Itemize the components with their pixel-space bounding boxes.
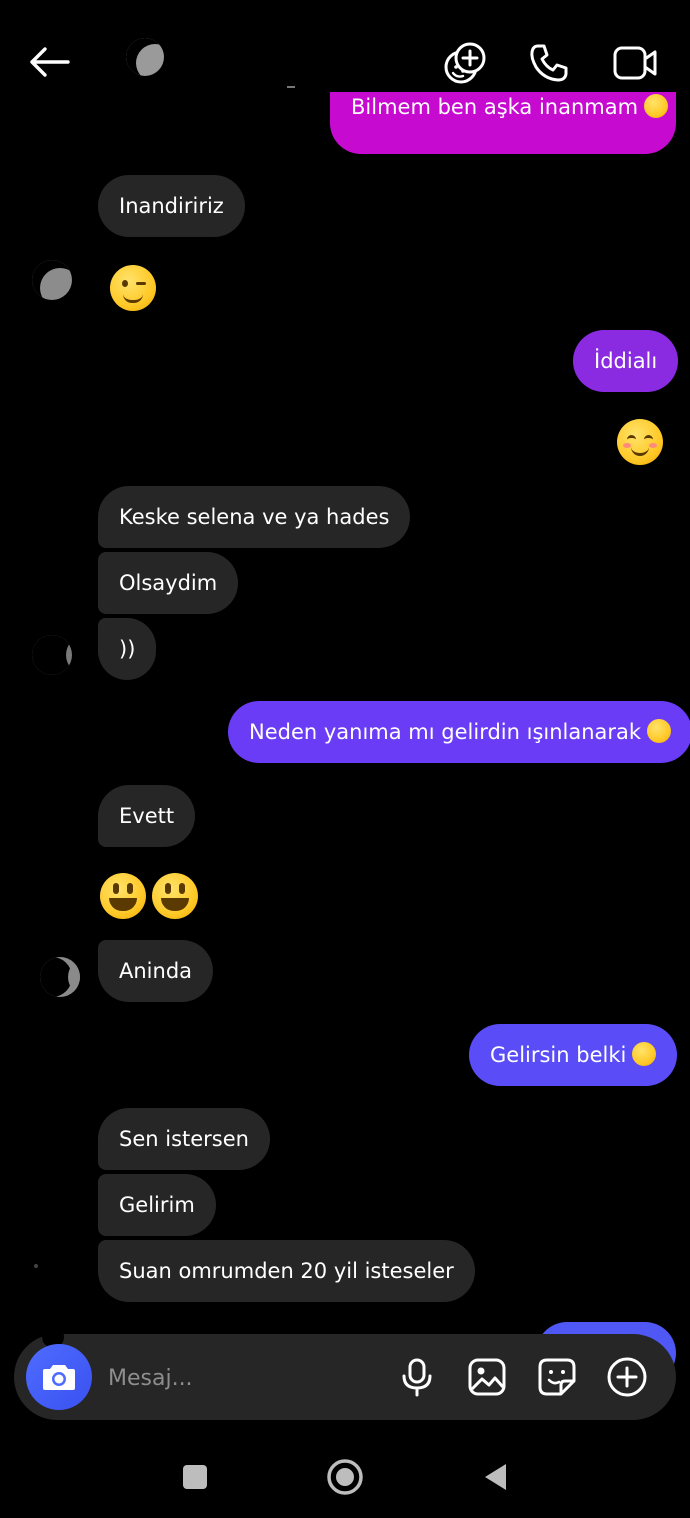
microphone-button[interactable] — [396, 1356, 438, 1398]
sender-avatar — [30, 633, 74, 677]
incoming-message[interactable]: Olsaydim — [98, 552, 239, 614]
more-button[interactable] — [606, 1356, 648, 1398]
outgoing-message[interactable]: İddialı — [573, 330, 679, 392]
message-text: )) — [119, 637, 136, 661]
sender-avatar — [34, 1264, 38, 1268]
sticker-icon — [538, 1358, 576, 1396]
crescent-moon-image — [40, 957, 80, 997]
message-text: İddialı — [594, 349, 658, 373]
audio-call-button[interactable] — [524, 38, 574, 88]
back-button[interactable] — [22, 38, 76, 86]
message-text: Evett — [119, 804, 175, 828]
crescent-moon-image — [126, 38, 164, 76]
incoming-message[interactable]: Sen istersen — [98, 1108, 270, 1170]
incoming-message[interactable]: Keske selena ve ya hades — [98, 486, 411, 548]
message-text: Neden yanıma mı gelirdin ışınlanarak — [249, 720, 642, 744]
video-call-button[interactable] — [608, 38, 662, 88]
sticker-button[interactable] — [536, 1356, 578, 1398]
arrow-left-icon — [30, 47, 70, 77]
incoming-message[interactable]: Inandiririz — [98, 175, 245, 237]
message-text: Gelirim — [119, 1193, 195, 1217]
effects-button[interactable] — [440, 38, 490, 88]
message-text: Gelirsin belki — [490, 1043, 627, 1067]
camera-icon — [43, 1365, 75, 1390]
message-text: Bilmem ben aşka inanmam — [351, 95, 639, 119]
outgoing-message[interactable]: Gelirsin belki — [469, 1024, 678, 1086]
recents-square-icon — [183, 1465, 207, 1489]
grinning-faces-emoji[interactable] — [100, 870, 198, 919]
message-text: Keske selena ve ya hades — [119, 505, 390, 529]
video-camera-icon — [613, 46, 657, 80]
incoming-message[interactable]: Aninda — [98, 940, 214, 1002]
rolling-laughing-emoji — [647, 719, 672, 743]
message-input[interactable] — [106, 1354, 380, 1402]
back-triangle-icon — [485, 1464, 506, 1490]
contact-name-redacted — [287, 86, 295, 88]
microphone-icon — [402, 1358, 432, 1397]
grinning-face-emoji — [644, 94, 669, 118]
crescent-moon-image — [32, 635, 72, 675]
back-nav-button[interactable] — [476, 1458, 514, 1496]
contact-avatar[interactable] — [124, 36, 166, 78]
incoming-message[interactable]: )) — [98, 618, 157, 680]
home-button[interactable] — [322, 1454, 368, 1500]
gallery-button[interactable] — [466, 1356, 508, 1398]
smiling-face-emoji[interactable] — [617, 416, 663, 465]
message-composer — [14, 1326, 676, 1420]
camera-button[interactable] — [26, 1344, 92, 1410]
sender-avatar — [30, 258, 74, 302]
outgoing-message[interactable]: Neden yanıma mı gelirdin ışınlanarak — [228, 701, 690, 763]
message-text: Suan omrumden 20 yil isteseler — [119, 1259, 454, 1283]
plus-circle-icon — [607, 1357, 647, 1397]
upside-down-face-emoji — [632, 1042, 657, 1066]
winking-face-emoji[interactable] — [110, 262, 156, 311]
add-effects-icon — [444, 42, 486, 84]
incoming-message[interactable]: Suan omrumden 20 yil isteseler — [98, 1240, 475, 1302]
crescent-moon-image — [32, 260, 72, 300]
incoming-message[interactable]: Gelirim — [98, 1174, 216, 1236]
phone-icon — [530, 44, 568, 82]
gallery-icon — [468, 1358, 506, 1396]
message-text: Aninda — [119, 959, 193, 983]
incoming-message[interactable]: Evett — [98, 785, 196, 847]
sender-avatar — [38, 955, 82, 999]
home-circle-icon — [327, 1459, 363, 1495]
message-text: Sen istersen — [119, 1127, 249, 1151]
message-text: Olsaydim — [119, 571, 218, 595]
message-text: Inandiririz — [119, 194, 224, 218]
recents-button[interactable] — [176, 1458, 214, 1496]
outgoing-message[interactable]: Bilmem ben aşka inanmam — [330, 92, 676, 154]
